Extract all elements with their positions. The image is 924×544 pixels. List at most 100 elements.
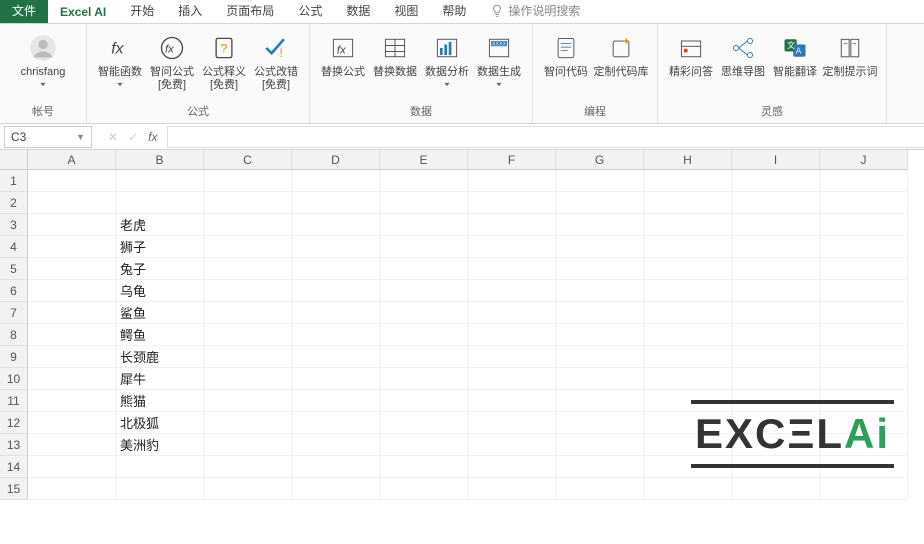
fx-icon[interactable]: fx xyxy=(148,130,157,144)
col-header-F[interactable]: F xyxy=(468,150,556,170)
cell-A15[interactable] xyxy=(28,478,116,500)
cell-F15[interactable] xyxy=(468,478,556,500)
row-header-14[interactable]: 14 xyxy=(0,456,28,478)
cell-G1[interactable] xyxy=(556,170,644,192)
cell-C5[interactable] xyxy=(204,258,292,280)
col-header-C[interactable]: C xyxy=(204,150,292,170)
cell-E12[interactable] xyxy=(380,412,468,434)
row-header-6[interactable]: 6 xyxy=(0,280,28,302)
cell-I4[interactable] xyxy=(732,236,820,258)
cell-B12[interactable]: 北极狐 xyxy=(116,412,204,434)
ask-formula-button[interactable]: fx 智问公式 [免费] xyxy=(147,28,197,101)
cell-F8[interactable] xyxy=(468,324,556,346)
select-all-corner[interactable] xyxy=(0,150,28,170)
cell-B9[interactable]: 长颈鹿 xyxy=(116,346,204,368)
cell-B7[interactable]: 鲨鱼 xyxy=(116,302,204,324)
cell-D13[interactable] xyxy=(292,434,380,456)
cell-C7[interactable] xyxy=(204,302,292,324)
cell-J7[interactable] xyxy=(820,302,908,324)
cell-G11[interactable] xyxy=(556,390,644,412)
tab-insert[interactable]: 插入 xyxy=(166,0,214,23)
cell-D7[interactable] xyxy=(292,302,380,324)
cell-E10[interactable] xyxy=(380,368,468,390)
tab-view[interactable]: 视图 xyxy=(382,0,430,23)
cell-I9[interactable] xyxy=(732,346,820,368)
cell-E4[interactable] xyxy=(380,236,468,258)
row-header-9[interactable]: 9 xyxy=(0,346,28,368)
cell-F4[interactable] xyxy=(468,236,556,258)
cell-E15[interactable] xyxy=(380,478,468,500)
cell-I8[interactable] xyxy=(732,324,820,346)
row-header-2[interactable]: 2 xyxy=(0,192,28,214)
cell-E3[interactable] xyxy=(380,214,468,236)
cell-A11[interactable] xyxy=(28,390,116,412)
cell-G3[interactable] xyxy=(556,214,644,236)
data-generate-button[interactable]: XXXX 数据生成 ▼ xyxy=(474,28,524,101)
cell-H10[interactable] xyxy=(644,368,732,390)
row-header-4[interactable]: 4 xyxy=(0,236,28,258)
cell-J3[interactable] xyxy=(820,214,908,236)
prompt-button[interactable]: 定制提示词 xyxy=(822,28,878,101)
cell-B6[interactable]: 乌龟 xyxy=(116,280,204,302)
cell-E2[interactable] xyxy=(380,192,468,214)
cell-D9[interactable] xyxy=(292,346,380,368)
cell-H5[interactable] xyxy=(644,258,732,280)
cell-F3[interactable] xyxy=(468,214,556,236)
cell-H2[interactable] xyxy=(644,192,732,214)
cell-C3[interactable] xyxy=(204,214,292,236)
cancel-icon[interactable]: ✕ xyxy=(108,130,118,144)
cell-J10[interactable] xyxy=(820,368,908,390)
cell-B13[interactable]: 美洲豹 xyxy=(116,434,204,456)
cell-C10[interactable] xyxy=(204,368,292,390)
cell-H15[interactable] xyxy=(644,478,732,500)
cell-C15[interactable] xyxy=(204,478,292,500)
row-header-8[interactable]: 8 xyxy=(0,324,28,346)
cell-F6[interactable] xyxy=(468,280,556,302)
cell-A14[interactable] xyxy=(28,456,116,478)
cell-A6[interactable] xyxy=(28,280,116,302)
cell-A2[interactable] xyxy=(28,192,116,214)
cell-A7[interactable] xyxy=(28,302,116,324)
cell-F13[interactable] xyxy=(468,434,556,456)
cell-A1[interactable] xyxy=(28,170,116,192)
cell-A4[interactable] xyxy=(28,236,116,258)
cell-H4[interactable] xyxy=(644,236,732,258)
cell-D8[interactable] xyxy=(292,324,380,346)
row-header-5[interactable]: 5 xyxy=(0,258,28,280)
cell-C4[interactable] xyxy=(204,236,292,258)
replace-data-button[interactable]: 替换数据 xyxy=(370,28,420,101)
tab-page-layout[interactable]: 页面布局 xyxy=(214,0,286,23)
cell-J1[interactable] xyxy=(820,170,908,192)
cell-B5[interactable]: 兔子 xyxy=(116,258,204,280)
cell-I1[interactable] xyxy=(732,170,820,192)
cell-I10[interactable] xyxy=(732,368,820,390)
cell-E8[interactable] xyxy=(380,324,468,346)
cell-H6[interactable] xyxy=(644,280,732,302)
cell-G8[interactable] xyxy=(556,324,644,346)
cell-J4[interactable] xyxy=(820,236,908,258)
tab-excel-ai[interactable]: Excel AI xyxy=(48,1,118,23)
cell-G2[interactable] xyxy=(556,192,644,214)
name-box[interactable]: C3 ▼ xyxy=(4,126,92,148)
cell-E7[interactable] xyxy=(380,302,468,324)
cell-G9[interactable] xyxy=(556,346,644,368)
qa-button[interactable]: 精彩问答 xyxy=(666,28,716,101)
cell-G4[interactable] xyxy=(556,236,644,258)
replace-formula-button[interactable]: fx 替换公式 xyxy=(318,28,368,101)
cell-G12[interactable] xyxy=(556,412,644,434)
cell-B8[interactable]: 鳄鱼 xyxy=(116,324,204,346)
cell-D5[interactable] xyxy=(292,258,380,280)
cell-C1[interactable] xyxy=(204,170,292,192)
cell-D1[interactable] xyxy=(292,170,380,192)
cell-G13[interactable] xyxy=(556,434,644,456)
cell-D10[interactable] xyxy=(292,368,380,390)
cell-E11[interactable] xyxy=(380,390,468,412)
fix-formula-button[interactable]: ! 公式改错 [免费] xyxy=(251,28,301,101)
col-header-A[interactable]: A xyxy=(28,150,116,170)
cell-F7[interactable] xyxy=(468,302,556,324)
cell-H8[interactable] xyxy=(644,324,732,346)
col-header-J[interactable]: J xyxy=(820,150,908,170)
cell-A13[interactable] xyxy=(28,434,116,456)
cell-A12[interactable] xyxy=(28,412,116,434)
cell-A10[interactable] xyxy=(28,368,116,390)
